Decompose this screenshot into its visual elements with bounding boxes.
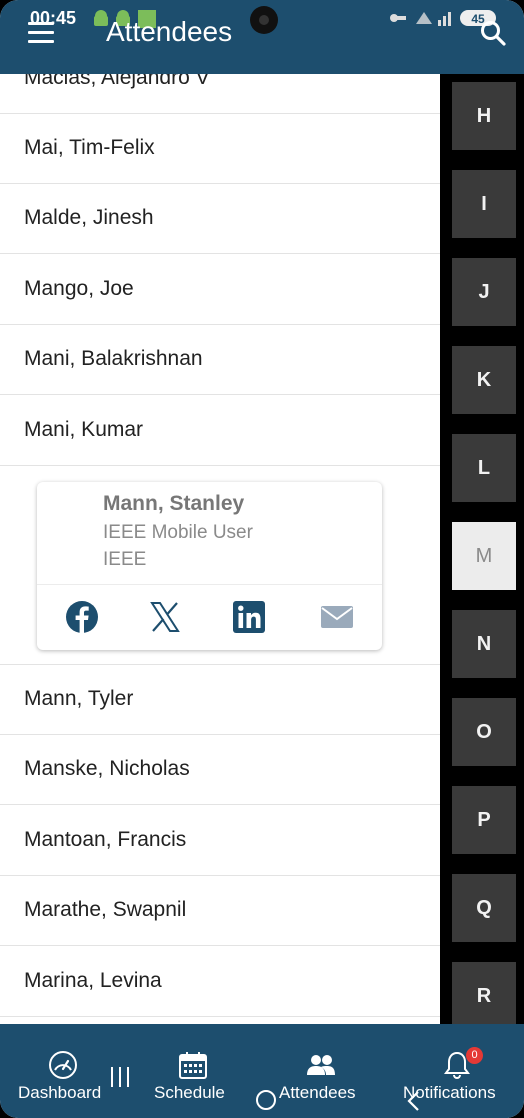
hamburger-menu-icon[interactable] [28,22,54,44]
attendee-name: Mantoan, Francis [24,828,187,851]
home-icon[interactable] [256,1090,276,1110]
nav-label: Schedule [154,1083,225,1102]
index-letter-i[interactable]: I [452,170,516,238]
index-letter-m-active[interactable]: M [452,522,516,590]
app-screen: 00:45 45 Attendees Macias, Alejandro V M… [0,0,524,1118]
x-icon[interactable] [148,600,182,634]
card-attendee-title: IEEE Mobile User [103,522,253,543]
index-letter-q[interactable]: Q [452,874,516,942]
alphabet-index: H I J K L M N O P Q R [440,74,524,1030]
attendee-row[interactable]: Manske, Nicholas [0,735,440,805]
attendee-card[interactable]: Mann, Stanley IEEE Mobile User IEEE [37,482,382,650]
index-letter-j[interactable]: J [452,258,516,326]
attendee-row[interactable]: Mantoan, Francis [0,806,440,876]
attendee-name: Marina, Levina [24,969,162,992]
nav-attendees[interactable]: Attendees [274,1024,370,1118]
attendee-name: Macias, Alejandro V [24,74,210,89]
index-letter-k[interactable]: K [452,346,516,414]
attendee-list: Macias, Alejandro V Mai, Tim-Felix Malde… [0,74,440,1024]
attendee-name: Mai, Tim-Felix [24,136,155,159]
calendar-icon [179,1052,207,1079]
back-icon[interactable] [404,1090,424,1112]
app-header: 00:45 45 Attendees [0,0,524,74]
attendee-row[interactable]: Marathe, Swapnil [0,876,440,946]
attendee-name: Mani, Balakrishnan [24,347,203,370]
attendee-name: Mann, Tyler [24,687,134,710]
linkedin-icon[interactable] [232,600,266,634]
people-icon [307,1055,335,1075]
gauge-icon [49,1051,77,1079]
facebook-icon[interactable] [65,600,99,634]
attendee-name: Mani, Kumar [24,418,144,441]
attendee-row[interactable]: Mango, Joe [0,255,440,325]
nav-label: Attendees [279,1083,356,1102]
page-title: Attendees [106,16,233,47]
index-letter-p[interactable]: P [452,786,516,854]
card-divider [37,584,382,585]
nav-dashboard[interactable]: Dashboard [10,1024,120,1118]
attendee-row[interactable]: Macias, Alejandro V [0,74,440,114]
card-attendee-name: Mann, Stanley [103,492,245,515]
attendee-row[interactable]: Malde, Jinesh [0,184,440,254]
index-letter-l[interactable]: L [452,434,516,502]
attendee-row[interactable]: Mann, Tyler [0,665,440,735]
index-letter-h[interactable]: H [452,82,516,150]
recents-icon[interactable] [108,1066,132,1088]
attendee-name: Malde, Jinesh [24,206,154,229]
mail-icon[interactable] [320,600,354,634]
nav-label: Dashboard [18,1083,102,1102]
front-camera [250,6,278,34]
attendee-name: Marathe, Swapnil [24,898,187,921]
attendee-row[interactable]: Mani, Kumar [0,396,440,466]
nav-schedule[interactable]: Schedule [148,1024,240,1118]
card-attendee-organization: IEEE [103,549,147,570]
index-letter-r[interactable]: R [452,962,516,1030]
attendee-row[interactable]: Mani, Balakrishnan [0,325,440,395]
attendee-name: Manske, Nicholas [24,757,190,780]
attendee-row[interactable]: Marina, Levina [0,947,440,1017]
notification-badge: 0 [466,1047,483,1064]
search-icon[interactable] [480,20,506,46]
index-letter-o[interactable]: O [452,698,516,766]
attendee-row-expanded: Mann, Stanley IEEE Mobile User IEEE [0,466,440,665]
index-letter-n[interactable]: N [452,610,516,678]
attendee-row[interactable]: Mai, Tim-Felix [0,114,440,184]
attendee-name: Mango, Joe [24,277,134,300]
